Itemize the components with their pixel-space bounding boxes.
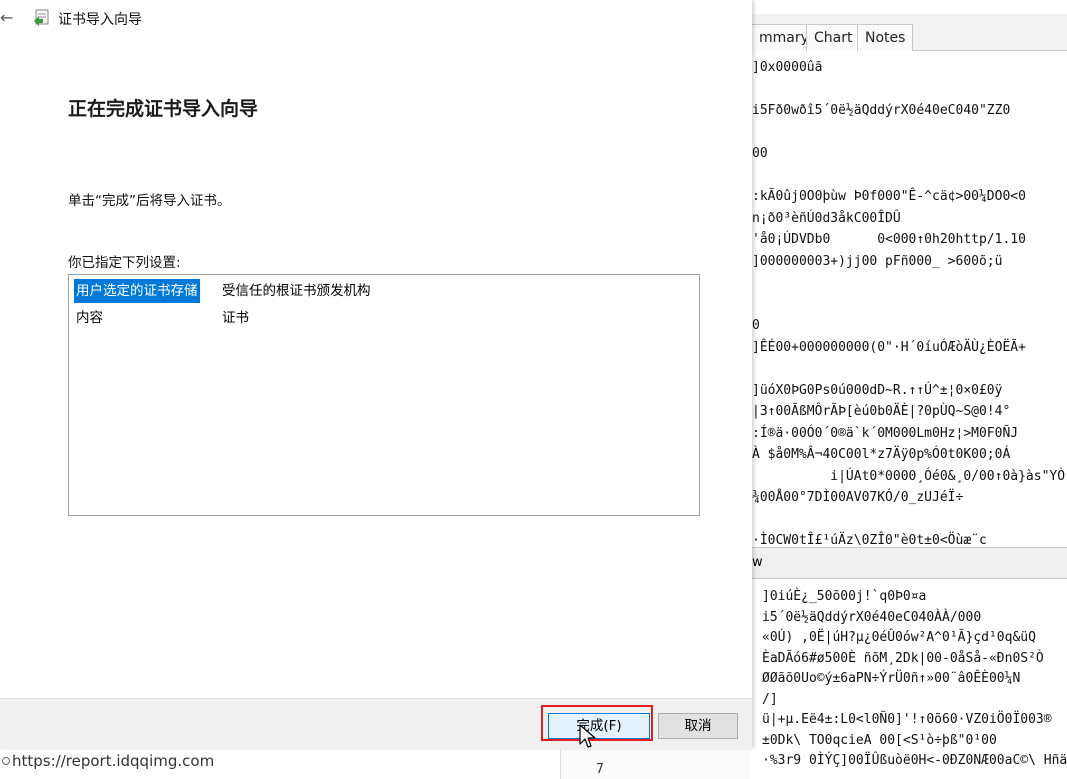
text-line: ¾00Å00°7DÌ00AV07KÓ/0_zUJéÏ÷ — [752, 490, 964, 505]
text-line: ]000000003+)jj00 pFñ000_ >600õ;ü — [752, 253, 1003, 269]
text-line: |3↑00ÃßMÔrÃÞ[èú0b0ÄÈ|?0pÙQ~S@0!4° — [752, 404, 1011, 419]
text-line: ]ÊÉ00+000000000(0"·H´0íuÓÆòÄÙ¿ÈOËÃ+ — [752, 339, 1026, 355]
text-line: À $å0M%Â¬40C00l*z7Äÿ0p%Ó0t0K00;0Á — [752, 447, 1011, 462]
instruction-text: 单击“完成”后将导入证书。 — [68, 193, 231, 209]
text-line: /] — [762, 691, 778, 707]
text-line: 'å0¡ÚDVDb0 0<000↑0h20http/1.10 — [752, 232, 1026, 247]
text-line: ·Ì0CW0tÎ£¹úÄz\0ZÎ0"è0t±0<Öùæ¨c — [752, 533, 987, 547]
text-line: n¡ð0³èñÚ0d3åkC00ÎDÛ — [752, 210, 901, 226]
text-line: 00 — [752, 146, 768, 161]
settings-list[interactable]: 用户选定的证书存储 受信任的根证书颁发机构 内容 证书 — [68, 274, 700, 516]
url-item[interactable]: https://report.idqqimg.com — [12, 752, 214, 770]
text-line: ]üóX0ÞG0Ps0ú000dD~R.↑↑Ú^±¦0×0£0ÿ — [752, 382, 1003, 398]
mouse-cursor-icon — [579, 724, 596, 748]
text-line: ÈaDÃó6#ø500È ñõM¸2Dk|00-0åSå-«Ðn0S²Ò — [762, 650, 1044, 666]
text-line: i5Fð0wðî5´0ë½äQddýrX0é40eC040"ZZ0 — [752, 103, 1011, 118]
settings-label: 你已指定下列设置: — [68, 255, 181, 271]
tab-chart[interactable]: Chart — [806, 24, 861, 51]
text-line: i5´0ë½äQddýrX0é40eC040ÀÀ/000 — [762, 609, 982, 625]
hex-text-pane-top: ]0x0000ûã i5Fð0wðî5´0ë½äQddýrX0é40eC040"Z… — [752, 51, 1067, 547]
page-heading: 正在完成证书导入向导 — [68, 98, 259, 120]
settings-value: 受信任的根证书颁发机构 — [222, 283, 371, 299]
text-line: ØØãõ0Uo©ý±6aPN÷ÝrÜ0ñ↑»00¨â0ÊÈ00¼N — [762, 671, 1021, 686]
text-line: ]0x0000ûã — [752, 60, 823, 75]
dialog-titlebar: ← 证书导入向导 — [0, 0, 752, 40]
text-line: :kÃ0ûj0O0þùw Þ0f000"Ê-^cä¢>00¼DO0<0 — [752, 189, 1026, 204]
back-arrow-icon[interactable]: ← — [0, 8, 13, 27]
text-line: «0Ú) ,0Ë|úH?µ¿0éÛ0ów²A^0¹Ã}çd¹0q&üQ — [762, 630, 1036, 645]
text-line: i|ÚAt0*0000¸Óé0&¸0/00↑0à}às"YÒªY — [752, 468, 1067, 484]
text-line: ]0iúÈ¿_50õ00j!`q0Þ0¤a — [762, 589, 927, 604]
text-line: :Í®ä·00Ó0´0®ä`k´0M000Lm0Hz¦>M0F0ÑJ — [752, 425, 1019, 441]
url-list: https://report.idqqimg.com — [0, 748, 560, 779]
pane-divider: w — [752, 547, 1067, 579]
certificate-import-wizard-dialog: ← 证书导入向导 正在完成证书导入向导 单击“完成”后将导入证书。 你已指定下列… — [0, 0, 752, 749]
background-tab-bar: mmary Chart Notes — [752, 14, 1067, 51]
pane-divider-label: w — [752, 555, 763, 570]
dialog-title: 证书导入向导 — [58, 12, 142, 28]
line-number: 7 — [596, 762, 604, 777]
settings-key: 用户选定的证书存储 — [74, 279, 200, 303]
text-line: 0 — [752, 318, 760, 333]
url-bullet-icon — [2, 757, 10, 765]
text-line: ü|+µ.Eë4±:L0<l0Ñ0]'!↑0õ60·VZ0iÖ0Ï003® — [762, 712, 1052, 727]
text-line: ·%3r9 0ÌÝÇ]00ÏÛßuòë0H<-0ÐZ0NÆ00aC©\ Hñäÿ… — [762, 753, 1067, 768]
hex-text-pane-bottom: ]0iúÈ¿_50õ00j!`q0Þ0¤a i5´0ë½äQddýrX0é40eC… — [752, 584, 1067, 779]
cancel-button[interactable]: 取消 — [658, 713, 738, 739]
text-line: ±0Dk\ TO0qcieA 00[<S¹ò÷þß"0¹00 — [762, 732, 997, 748]
settings-value: 证书 — [222, 310, 249, 326]
tab-notes[interactable]: Notes — [857, 24, 914, 51]
settings-key: 内容 — [76, 310, 103, 326]
certificate-wizard-icon — [34, 9, 49, 26]
